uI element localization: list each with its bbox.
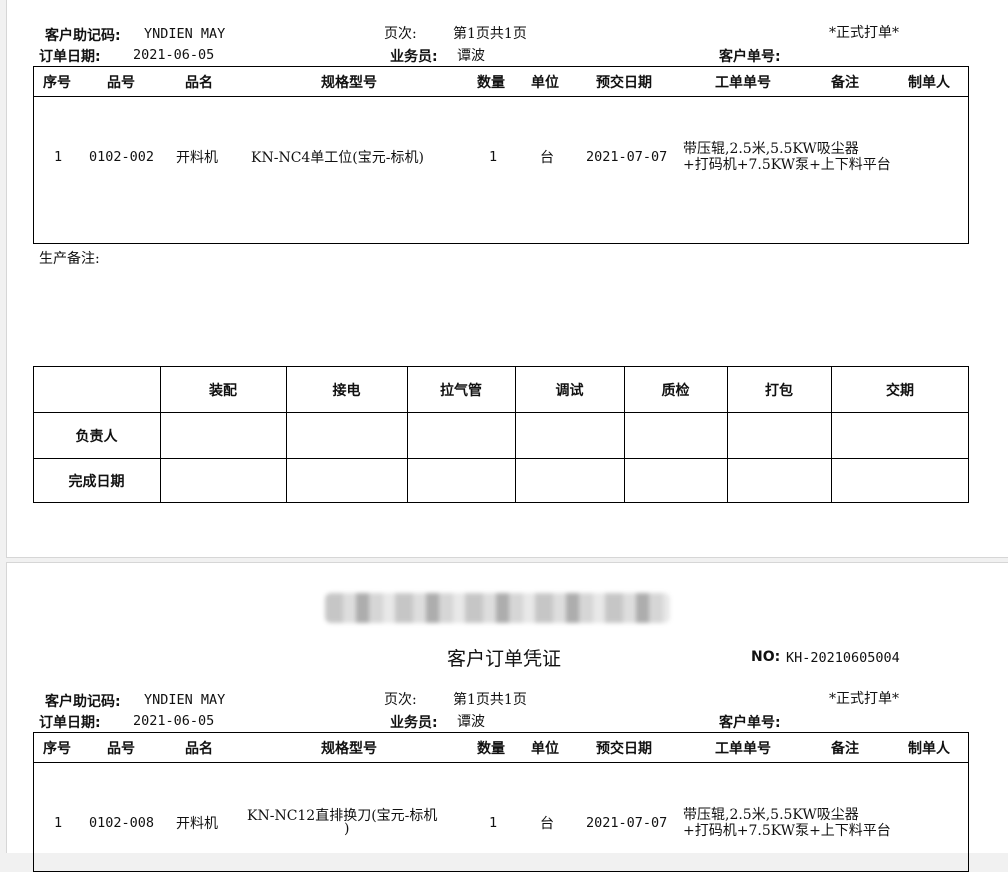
row-seq: 1 xyxy=(54,149,63,165)
col-header-spec: 规格型号 xyxy=(321,741,377,757)
production-note-label: 生产备注: xyxy=(39,251,100,267)
row-code: 0102-008 xyxy=(89,815,155,831)
col-header-name: 品名 xyxy=(185,75,213,91)
col-header-seq: 序号 xyxy=(43,741,71,757)
page-value: 第1页共1页 xyxy=(453,692,527,708)
col-header-remark: 备注 xyxy=(831,741,859,757)
col-header-remark: 备注 xyxy=(831,75,859,91)
process-col-qc: 质检 xyxy=(661,383,690,399)
col-header-spec: 规格型号 xyxy=(321,75,377,91)
blurred-company-name xyxy=(325,593,670,623)
order-date-label: 订单日期: xyxy=(39,49,101,65)
table-header-divider xyxy=(33,96,969,97)
customer-code-label: 客户助记码: xyxy=(45,694,121,710)
row-due-date: 2021-07-07 xyxy=(586,815,668,831)
row-unit: 台 xyxy=(540,150,554,166)
col-header-name: 品名 xyxy=(185,741,213,757)
col-header-qty: 数量 xyxy=(477,741,505,757)
col-header-qty: 数量 xyxy=(477,75,505,91)
order-sheet-page-1: 客户助记码: YNDIEN MAY 页次: 第1页共1页 *正式打单* 订单日期… xyxy=(6,0,1008,558)
customer-code-value: YNDIEN MAY xyxy=(144,26,226,42)
customer-order-no-label: 客户单号: xyxy=(719,715,781,731)
process-col-wiring: 接电 xyxy=(332,383,361,399)
col-header-creator: 制单人 xyxy=(908,75,950,91)
salesman-label: 业务员: xyxy=(390,49,438,65)
process-col-assembly: 装配 xyxy=(209,383,237,399)
table-header-divider xyxy=(33,762,969,763)
process-row-finish-date: 完成日期 xyxy=(68,474,125,490)
col-header-unit: 单位 xyxy=(531,75,559,91)
salesman-value: 谭波 xyxy=(457,48,485,64)
col-header-due-date: 预交日期 xyxy=(596,75,652,91)
row-name: 开料机 xyxy=(176,150,218,166)
row-qty: 1 xyxy=(489,815,498,831)
customer-code-label: 客户助记码: xyxy=(45,28,121,44)
col-header-unit: 单位 xyxy=(531,741,559,757)
process-col-packing: 打包 xyxy=(765,383,793,399)
process-table-divider xyxy=(33,458,969,459)
customer-order-no-label: 客户单号: xyxy=(719,49,781,65)
order-date-value: 2021-06-05 xyxy=(133,713,215,729)
row-spec-line2: ) xyxy=(344,821,350,837)
row-code: 0102-002 xyxy=(89,149,155,165)
document-title: 客户订单凭证 xyxy=(447,648,562,670)
col-header-work-order: 工单单号 xyxy=(715,741,771,757)
col-header-seq: 序号 xyxy=(43,75,71,91)
row-spec: KN-NC4单工位(宝元-标机) xyxy=(251,150,424,166)
row-unit: 台 xyxy=(540,816,554,832)
page-label: 页次: xyxy=(384,692,417,708)
row-name: 开料机 xyxy=(176,816,218,832)
col-header-creator: 制单人 xyxy=(908,741,950,757)
salesman-label: 业务员: xyxy=(390,715,438,731)
formal-print-mark: *正式打单* xyxy=(829,691,899,707)
col-header-code: 品号 xyxy=(107,741,135,757)
page-label: 页次: xyxy=(384,26,417,42)
row-spec-line1: KN-NC12直排换刀(宝元-标机 xyxy=(247,808,438,824)
salesman-value: 谭波 xyxy=(457,714,485,730)
col-header-due-date: 预交日期 xyxy=(596,741,652,757)
order-date-value: 2021-06-05 xyxy=(133,47,215,63)
customer-code-value: YNDIEN MAY xyxy=(144,692,226,708)
row-work-order-line2: +打码机+7.5KW泵+上下料平台 xyxy=(683,157,891,173)
order-sheet-page-2: 客户订单凭证 NO: KH-20210605004 客户助记码: YNDIEN … xyxy=(6,562,1008,872)
order-date-label: 订单日期: xyxy=(39,715,101,731)
process-col-delivery: 交期 xyxy=(886,383,914,399)
formal-print-mark: *正式打单* xyxy=(829,25,899,41)
process-col-air-pipe: 拉气管 xyxy=(440,383,482,399)
process-col-debug: 调试 xyxy=(555,383,584,399)
row-seq: 1 xyxy=(54,815,63,831)
process-table-divider xyxy=(33,412,969,413)
document-no-value: KH-20210605004 xyxy=(786,650,900,666)
document-no-label: NO: xyxy=(751,649,781,665)
row-qty: 1 xyxy=(489,149,498,165)
row-work-order-line2: +打码机+7.5KW泵+上下料平台 xyxy=(683,823,891,839)
col-header-code: 品号 xyxy=(107,75,135,91)
page-value: 第1页共1页 xyxy=(453,26,527,42)
process-row-owner: 负责人 xyxy=(75,429,118,445)
col-header-work-order: 工单单号 xyxy=(715,75,771,91)
row-due-date: 2021-07-07 xyxy=(586,149,668,165)
